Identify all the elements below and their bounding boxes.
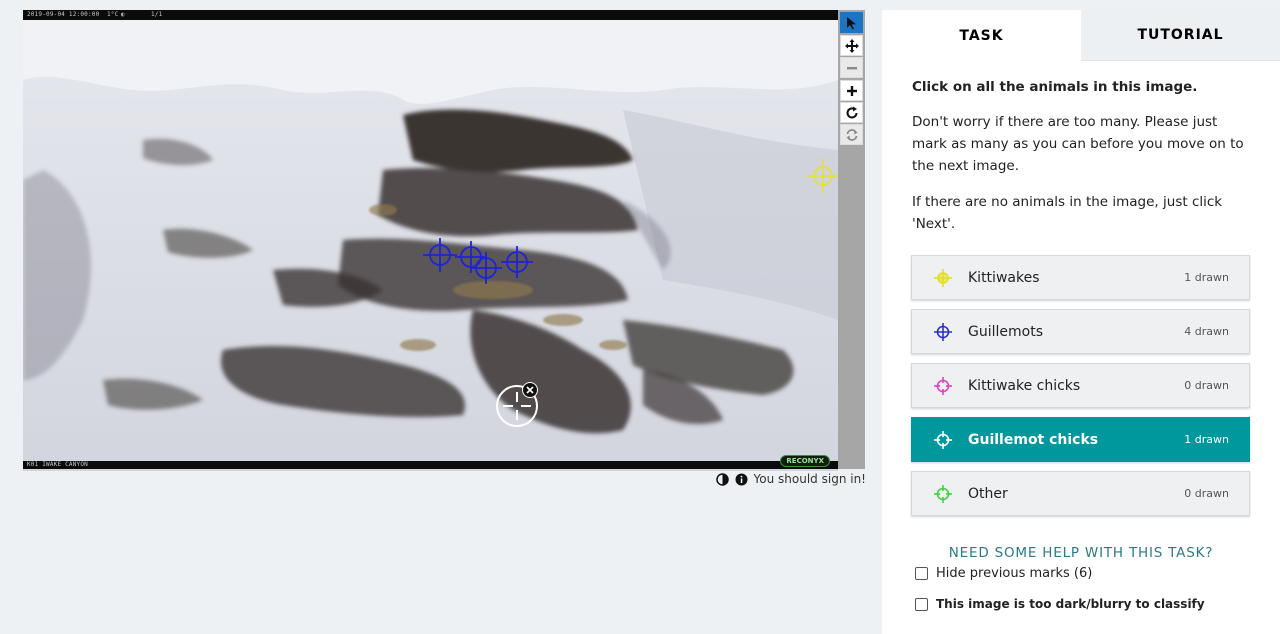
tool-other[interactable]: Other 0 drawn bbox=[911, 471, 1250, 516]
guillemot-mark[interactable] bbox=[499, 244, 535, 280]
tab-tutorial[interactable]: TUTORIAL bbox=[1081, 10, 1280, 61]
delete-mark-icon[interactable] bbox=[522, 382, 538, 398]
sign-in-text: You should sign in! bbox=[753, 472, 866, 486]
info-icon[interactable] bbox=[735, 473, 748, 486]
moon-phase-icon: ◐ bbox=[121, 11, 125, 18]
minus-icon bbox=[846, 66, 857, 69]
crosshair-icon bbox=[932, 267, 954, 289]
tool-count: 0 drawn bbox=[1184, 487, 1229, 500]
move-arrows-icon bbox=[844, 38, 859, 53]
tool-label: Kittiwake chicks bbox=[968, 377, 1081, 394]
viewer-toolbar bbox=[838, 10, 865, 469]
tool-label: Kittiwakes bbox=[968, 269, 1040, 286]
subject-viewer[interactable]: 2019-09-04 12:00:00 1°C ◐ 1/1 K01 IWAKE … bbox=[23, 10, 841, 471]
sign-in-notice: You should sign in! bbox=[715, 472, 866, 486]
tool-label: Guillemots bbox=[968, 323, 1043, 340]
too-dark-checkbox[interactable] bbox=[915, 597, 928, 611]
kittiwake-mark[interactable] bbox=[805, 158, 841, 194]
crosshair-icon bbox=[932, 375, 954, 397]
arrow-pointer-icon bbox=[846, 16, 856, 29]
zoom-out-button[interactable] bbox=[840, 57, 863, 78]
camera-timestamp: 2019-09-04 12:00:00 bbox=[27, 11, 100, 18]
zoom-in-button[interactable] bbox=[840, 80, 863, 101]
plus-icon bbox=[846, 85, 857, 96]
task-instructions: Don't worry if there are too many. Pleas… bbox=[912, 114, 1244, 174]
task-instructions-none: If there are no animals in the image, ju… bbox=[912, 194, 1223, 232]
camera-info-strip: 2019-09-04 12:00:00 1°C ◐ 1/1 bbox=[23, 10, 838, 20]
task-panel: TASK TUTORIAL Click on all the animals i… bbox=[882, 10, 1280, 634]
camera-frame-count: 1/1 bbox=[151, 11, 163, 18]
rotate-button[interactable] bbox=[840, 102, 863, 123]
tool-label: Guillemot chicks bbox=[968, 431, 1099, 448]
tool-label: Other bbox=[968, 485, 1008, 502]
refresh-icon bbox=[846, 128, 857, 141]
camera-location: K01 IWAKE CANYON bbox=[27, 461, 88, 468]
crosshair-icon bbox=[932, 321, 954, 343]
tool-count: 1 drawn bbox=[1184, 271, 1229, 284]
tool-kittiwakes[interactable]: Kittiwakes 1 drawn bbox=[911, 255, 1250, 300]
rotate-icon bbox=[846, 106, 857, 118]
pan-tool-button[interactable] bbox=[840, 35, 863, 56]
tool-count: 4 drawn bbox=[1184, 325, 1229, 338]
camera-location-strip: K01 IWAKE CANYON RECONYX bbox=[23, 455, 838, 469]
tab-task[interactable]: TASK bbox=[882, 10, 1081, 61]
reset-button[interactable] bbox=[840, 124, 863, 145]
hide-marks-label: Hide previous marks (6) bbox=[936, 566, 1093, 581]
task-question: Click on all the animals in this image. bbox=[912, 79, 1198, 95]
task-body: Click on all the animals in this image. … bbox=[882, 61, 1280, 235]
tool-kittiwake-chicks[interactable]: Kittiwake chicks 0 drawn bbox=[911, 363, 1250, 408]
task-tabs: TASK TUTORIAL bbox=[882, 10, 1280, 61]
tool-guillemots[interactable]: Guillemots 4 drawn bbox=[911, 309, 1250, 354]
hide-marks-checkbox[interactable] bbox=[915, 567, 928, 580]
tool-count: 0 drawn bbox=[1184, 379, 1229, 392]
reconyx-watermark: RECONYX bbox=[780, 455, 830, 467]
too-dark-checkbox-row[interactable]: This image is too dark/blurry to classif… bbox=[915, 597, 1205, 611]
too-dark-label: This image is too dark/blurry to classif… bbox=[936, 597, 1205, 611]
crosshair-icon bbox=[932, 429, 954, 451]
contrast-icon[interactable] bbox=[715, 472, 729, 486]
camera-temperature: 1°C bbox=[107, 11, 119, 18]
tool-guillemot-chicks[interactable]: Guillemot chicks 1 drawn bbox=[911, 417, 1250, 462]
hide-marks-checkbox-row[interactable]: Hide previous marks (6) bbox=[915, 566, 1092, 581]
tool-count: 1 drawn bbox=[1184, 433, 1229, 446]
pointer-tool-button[interactable] bbox=[840, 12, 863, 33]
need-help-link[interactable]: NEED SOME HELP WITH THIS TASK? bbox=[882, 545, 1280, 561]
crosshair-icon bbox=[932, 483, 954, 505]
